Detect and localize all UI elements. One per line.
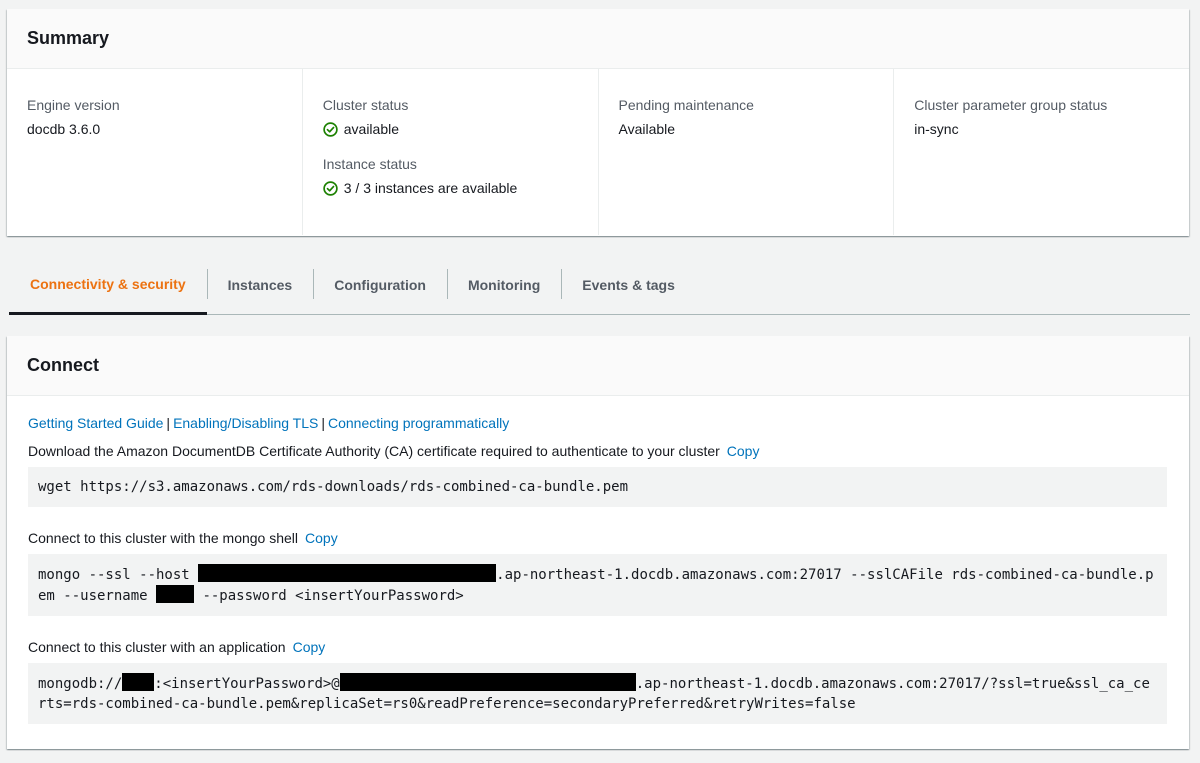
shell-command-part3: --password <insertYourPassword> [194,588,464,604]
instance-status-text: 3 / 3 instances are available [343,180,518,196]
ca-description-row: Download the Amazon DocumentDB Certifica… [28,442,1168,460]
summary-col-status: Cluster status available Instance status [301,69,598,235]
param-group-status-label: Cluster parameter group status [914,97,1108,113]
app-description-row: Connect to this cluster with an applicat… [28,638,1168,656]
shell-command-block: mongo --ssl --host .ap-northeast-1.docdb… [28,554,1167,616]
cluster-status-label: Cluster status [322,97,409,113]
connect-panel: Connect Getting Started Guide | Enabling/D… [7,336,1189,749]
check-circle-icon [323,122,338,137]
check-circle-icon [323,181,338,196]
tab-label: Configuration [334,276,426,293]
ca-command-block: wget https://s3.amazonaws.com/rds-downlo… [28,467,1167,507]
summary-col-engine: Engine version docdb 3.6.0 [7,69,302,235]
summary-header: Summary [7,9,1189,69]
link-separator: | [166,415,171,431]
redacted-host [339,673,636,691]
redacted-username [122,673,155,691]
copy-ca-command-button[interactable]: Copy [727,443,760,459]
summary-panel: Summary Engine version docdb 3.6.0 Clust… [7,9,1189,236]
summary-col-maintenance: Pending maintenance Available [597,69,894,235]
instance-status-value: 3 / 3 instances are available [323,179,578,198]
ca-command: wget https://s3.amazonaws.com/rds-downlo… [38,479,629,495]
tab-instances[interactable]: Instances [206,265,314,314]
tab-monitoring[interactable]: Monitoring [446,265,561,314]
connect-title: Connect [27,355,99,375]
cluster-status-text: available [343,121,400,137]
detail-tabs: Connectivity & security Instances Config… [9,265,1190,315]
shell-description-row: Connect to this cluster with the mongo s… [28,529,1168,547]
shell-command-part1: mongo --ssl --host [38,567,199,583]
tab-label: Connectivity & security [30,275,186,292]
tab-connectivity-security[interactable]: Connectivity & security [9,265,207,315]
shell-description: Connect to this cluster with the mongo s… [28,530,299,546]
tab-label: Events & tags [582,276,675,293]
engine-version-value: docdb 3.6.0 [27,121,101,137]
param-group-status-value: in-sync [914,121,959,137]
instance-status-group: Instance status 3 / 3 instances are avai… [323,155,578,198]
app-description: Connect to this cluster with an applicat… [28,639,286,655]
cluster-status-group: Cluster status available [323,96,578,139]
ca-description: Download the Amazon DocumentDB Certifica… [28,443,720,459]
pending-maintenance-value: Available [618,121,676,137]
tab-configuration[interactable]: Configuration [313,265,447,314]
engine-version-label: Engine version [27,97,120,113]
enabling-disabling-tls-link[interactable]: Enabling/Disabling TLS [173,415,318,431]
connect-header: Connect [7,336,1189,396]
copy-app-uri-button[interactable]: Copy [293,639,326,655]
connecting-programmatically-link[interactable]: Connecting programmatically [328,415,509,431]
redacted-username [156,585,195,603]
copy-shell-command-button[interactable]: Copy [305,530,338,546]
summary-grid: Engine version docdb 3.6.0 Cluster statu… [7,69,1189,235]
connect-body: Getting Started Guide | Enabling/Disabling… [7,396,1189,724]
app-uri-part2: :<insertYourPassword>@ [154,676,340,692]
tab-events-tags[interactable]: Events & tags [561,265,696,314]
app-uri-part1: mongodb:// [38,676,123,692]
redacted-host [198,564,497,582]
help-links: Getting Started Guide | Enabling/Disabling… [28,413,1168,433]
app-uri-block: mongodb://:<insertYourPassword>@ .ap-nort… [28,663,1167,724]
tab-label: Monitoring [467,276,541,293]
getting-started-guide-link[interactable]: Getting Started Guide [28,415,163,431]
link-separator: | [321,415,325,431]
summary-col-param-group: Cluster parameter group status in-sync [893,69,1189,235]
summary-title: Summary [27,28,110,48]
instance-status-label: Instance status [322,156,417,172]
tab-label: Instances [227,276,293,293]
pending-maintenance-label: Pending maintenance [618,97,754,113]
cluster-status-value: available [323,120,578,139]
